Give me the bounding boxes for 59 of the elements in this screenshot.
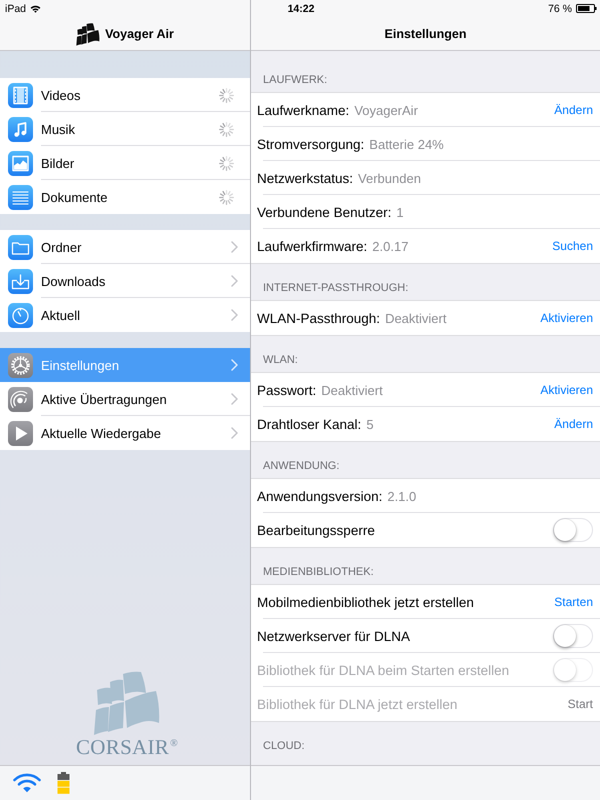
wifi-icon — [13, 773, 41, 793]
wifi-icon — [30, 4, 42, 12]
setting-value: 2.0.17 — [372, 238, 408, 254]
list-icon — [8, 184, 33, 210]
setting-label: Passwort: — [257, 382, 316, 398]
setting-value: VoyagerAir — [354, 102, 418, 118]
setting-value: Deaktiviert — [321, 382, 383, 398]
action-link[interactable]: Suchen — [552, 239, 593, 253]
broadcast-icon — [8, 386, 33, 412]
toggle-switch[interactable] — [553, 518, 593, 542]
setting-label: Drahtloser Kanal: — [257, 416, 362, 432]
setting-value: Deaktiviert — [385, 310, 446, 326]
setting-label: Laufwerkname: — [257, 102, 350, 118]
setting-label: Mobilmedienbibliothek jetzt erstellen — [257, 594, 474, 610]
play-icon — [8, 420, 33, 446]
setting-value: 1 — [396, 204, 404, 220]
setting-label: Netzwerkstatus: — [257, 170, 354, 186]
setting-value: 2.1.0 — [387, 488, 416, 504]
setting-value: Verbunden — [358, 170, 421, 186]
brand-wordmark: CORSAIR$^{®}$ — [76, 736, 178, 758]
setting-label: WLAN-Passthrough: — [257, 310, 380, 326]
section-header: ANWENDUNG: — [262, 459, 340, 474]
setting-label: Bibliothek für DLNA jetzt erstellen — [257, 696, 458, 712]
action-link[interactable]: Ändern — [554, 103, 593, 117]
setting-label: Netzwerkserver für DLNA — [257, 628, 410, 644]
battery-percentage: 76 % — [548, 2, 572, 14]
action-link[interactable]: Ändern — [554, 417, 593, 431]
sails-logo — [94, 670, 160, 736]
action-link[interactable]: Aktivieren — [540, 383, 593, 397]
folder-icon — [8, 234, 33, 260]
status-time: 14:22 — [288, 2, 314, 14]
sails-logo — [76, 22, 100, 46]
setting-label: Bearbeitungssperre — [257, 522, 375, 538]
film-icon — [8, 82, 33, 108]
setting-label: Anwendungsversion: — [257, 488, 382, 504]
nav-title: Einstellungen — [384, 27, 466, 41]
toggle-switch[interactable] — [553, 624, 593, 648]
device-name: iPad — [5, 2, 26, 14]
action-link[interactable]: Aktivieren — [540, 311, 593, 325]
setting-label: Stromversorgung: — [257, 136, 364, 152]
battery-icon — [576, 4, 597, 13]
section-header: MEDIENBIBLIOTHEK: — [262, 565, 375, 580]
music-note-icon — [8, 116, 33, 142]
picture-icon — [8, 150, 33, 176]
section-header: WLAN: — [262, 353, 299, 368]
settings-icon — [8, 352, 33, 378]
setting-label: Laufwerkfirmware: — [257, 238, 368, 254]
battery-icon — [57, 772, 70, 794]
action-link[interactable]: Starten — [554, 595, 593, 609]
section-header: LAUFWERK: — [262, 73, 328, 88]
section-header: CLOUD: — [262, 739, 306, 754]
download-icon — [8, 268, 33, 294]
setting-value: 5 — [366, 416, 374, 432]
app-title: Voyager Air — [105, 27, 174, 41]
section-header: INTERNET-PASSTHROUGH: — [262, 281, 410, 296]
setting-label: Verbundene Benutzer: — [257, 204, 392, 220]
setting-value: Batterie 24% — [369, 136, 444, 152]
clock-icon — [8, 302, 33, 328]
setting-label: Bibliothek für DLNA beim Starten erstellen — [257, 662, 510, 678]
